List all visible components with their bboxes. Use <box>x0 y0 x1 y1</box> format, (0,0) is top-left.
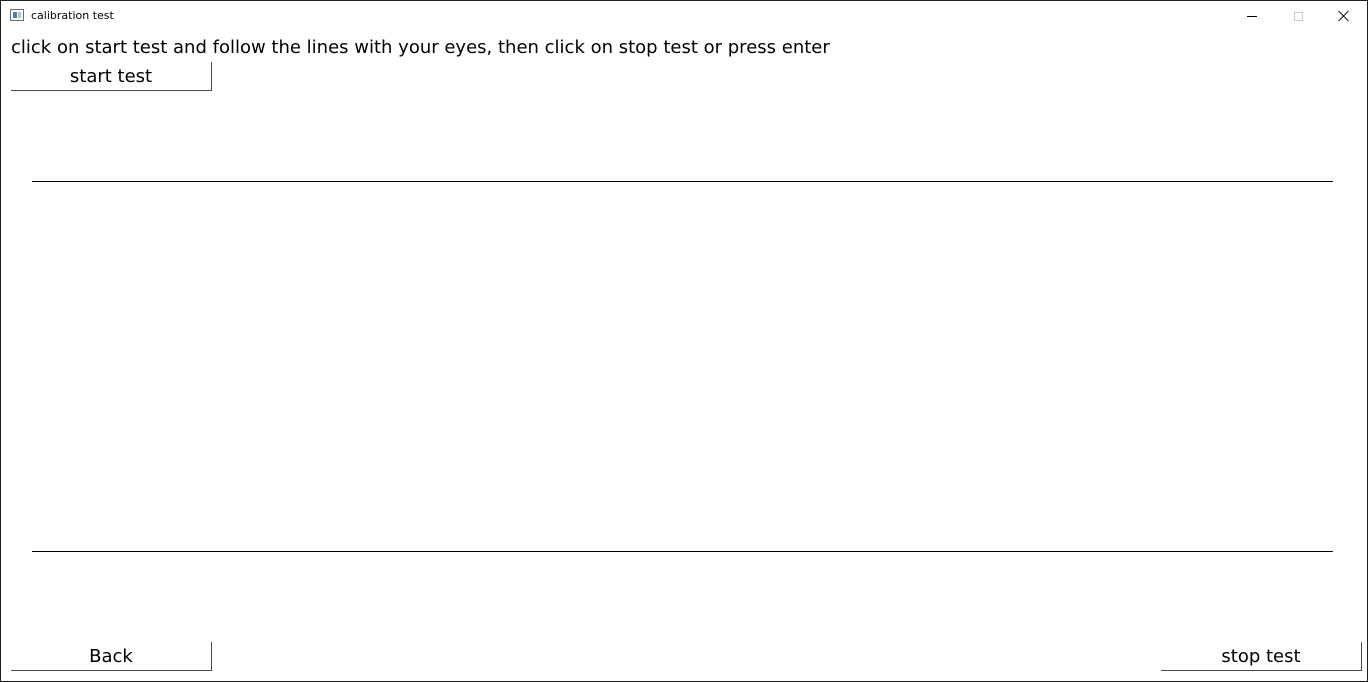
close-icon <box>1338 10 1350 22</box>
stop-test-button[interactable]: stop test <box>1161 642 1362 671</box>
top-guide-line <box>32 181 1333 182</box>
app-window-icon <box>10 9 24 21</box>
calibration-window: calibration test click on start test and… <box>0 0 1368 682</box>
start-test-button[interactable]: start test <box>11 62 212 91</box>
maximize-button[interactable] <box>1275 1 1321 31</box>
close-button[interactable] <box>1321 1 1367 31</box>
minimize-icon <box>1247 15 1257 17</box>
back-button[interactable]: Back <box>11 642 212 671</box>
minimize-button[interactable] <box>1229 1 1275 31</box>
title-bar[interactable]: calibration test <box>1 1 1367 31</box>
maximize-icon <box>1293 11 1303 21</box>
instruction-text: click on start test and follow the lines… <box>11 37 830 58</box>
window-title: calibration test <box>31 9 114 22</box>
bottom-guide-line <box>32 551 1333 552</box>
